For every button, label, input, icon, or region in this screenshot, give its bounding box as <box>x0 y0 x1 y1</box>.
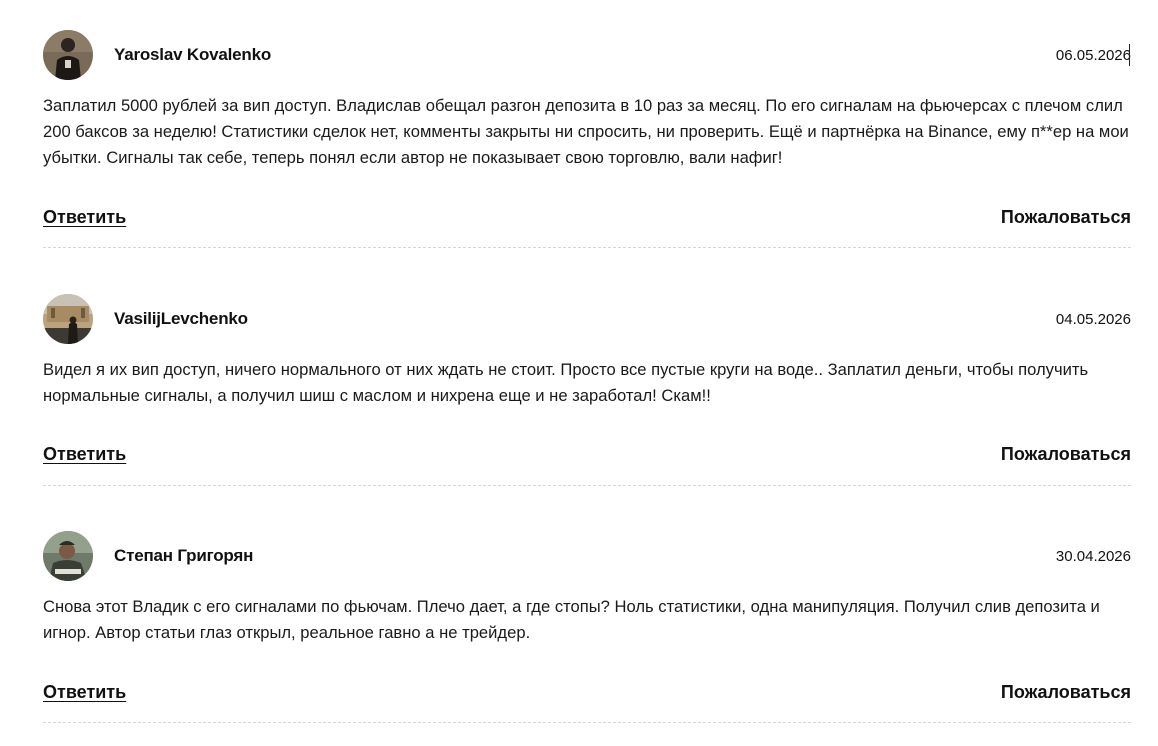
comment-date: 06.05.2026 <box>1055 46 1131 64</box>
comment-item: Степан Григорян 30.04.2026 Снова этот Вл… <box>43 476 1131 723</box>
report-button[interactable]: Пожаловаться <box>1001 682 1131 703</box>
comment-text: Видел я их вип доступ, ничего нормальног… <box>43 360 1089 405</box>
reply-button[interactable]: Ответить <box>43 207 126 228</box>
comment-text: Снова этот Владик с его сигналами по фью… <box>43 597 1100 642</box>
comment-header: VasilijLevchenko 04.05.2026 <box>43 294 1131 344</box>
avatar[interactable] <box>43 30 93 80</box>
user-photo-icon <box>43 30 93 80</box>
comment-actions: Ответить Пожаловаться <box>43 442 1131 466</box>
comments-list: Yaroslav Kovalenko 06.05.2026 Заплатил 5… <box>43 0 1131 723</box>
comment-item: VasilijLevchenko 04.05.2026 Видел я их в… <box>43 238 1131 486</box>
report-button[interactable]: Пожаловаться <box>1001 207 1131 228</box>
comment-divider <box>43 722 1131 723</box>
comment-author[interactable]: VasilijLevchenko <box>114 309 248 329</box>
comment-date: 04.05.2026 <box>1055 310 1131 328</box>
comment-header: Степан Григорян 30.04.2026 <box>43 531 1131 581</box>
comment-actions: Ответить Пожаловаться <box>43 680 1131 704</box>
reply-button[interactable]: Ответить <box>43 444 126 465</box>
comment-author[interactable]: Yaroslav Kovalenko <box>114 45 271 65</box>
user-photo-icon <box>43 531 93 581</box>
comment-header: Yaroslav Kovalenko 06.05.2026 <box>43 30 1131 80</box>
comment-author[interactable]: Степан Григорян <box>114 546 253 566</box>
avatar[interactable] <box>43 531 93 581</box>
user-photo-icon <box>43 294 93 344</box>
comment-item: Yaroslav Kovalenko 06.05.2026 Заплатил 5… <box>43 0 1131 248</box>
report-button[interactable]: Пожаловаться <box>1001 444 1131 465</box>
avatar[interactable] <box>43 294 93 344</box>
reply-button[interactable]: Ответить <box>43 682 126 703</box>
text-cursor <box>1129 44 1130 66</box>
comment-text: Заплатил 5000 рублей за вип доступ. Влад… <box>43 96 1129 167</box>
comment-actions: Ответить Пожаловаться <box>43 205 1131 229</box>
comment-date: 30.04.2026 <box>1055 547 1131 565</box>
